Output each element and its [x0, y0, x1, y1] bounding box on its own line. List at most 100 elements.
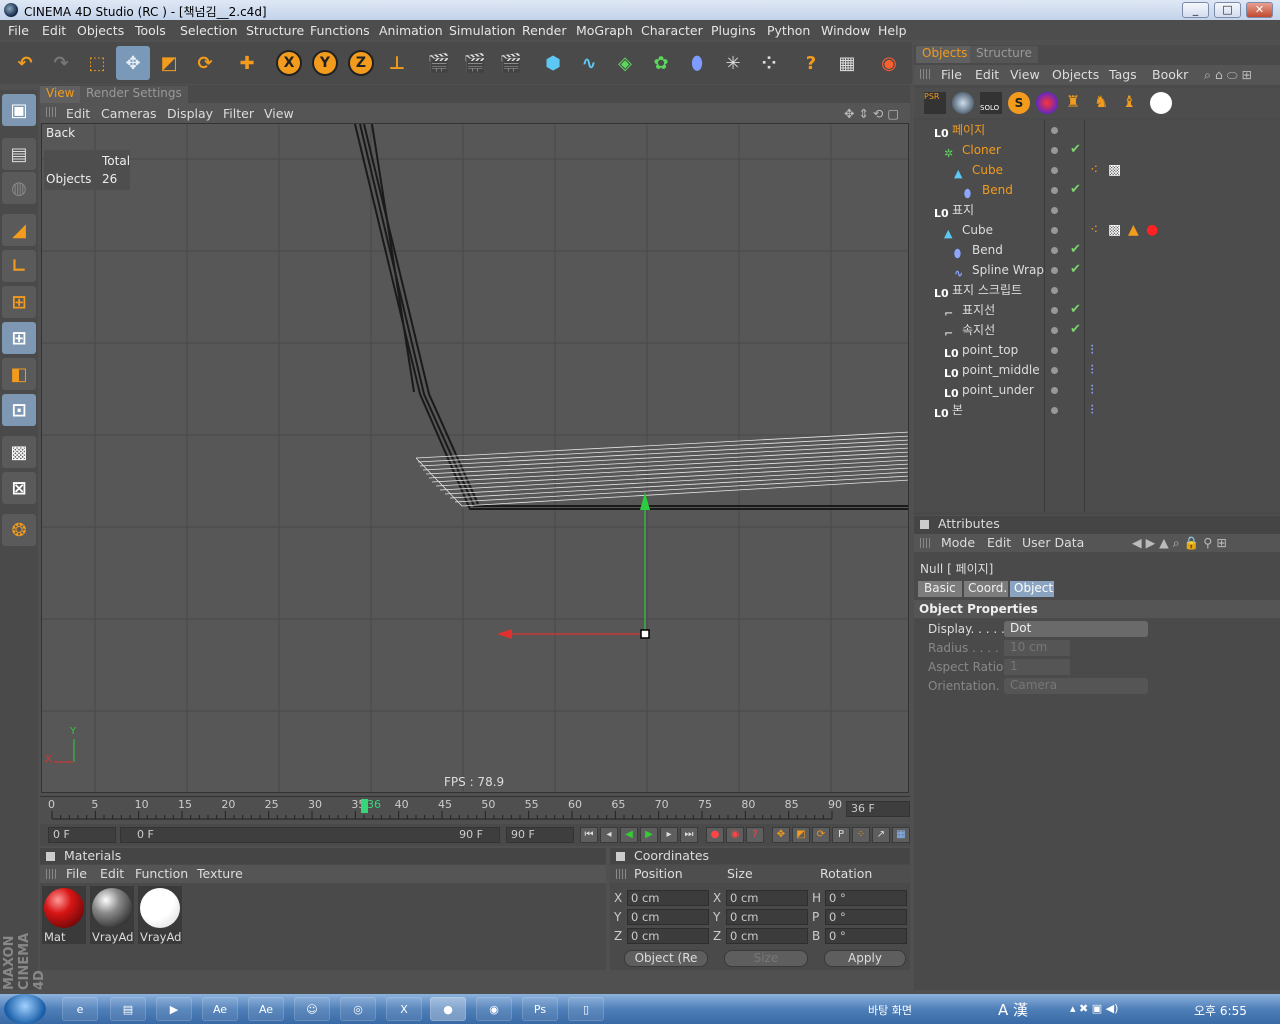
obj-menu-tags[interactable]: Tags — [1109, 67, 1137, 82]
menu-animation[interactable]: Animation — [379, 23, 443, 38]
object-axis-icon[interactable]: ∟ — [2, 250, 36, 282]
undo-icon[interactable]: ↶ — [8, 46, 42, 80]
menu-functions[interactable]: Functions — [310, 23, 370, 38]
3d-viewport[interactable]: Back Total Objects 26 FPS : 78.9 Y X — [41, 123, 909, 793]
menu-help[interactable]: Help — [878, 23, 907, 38]
vp-menu-filter[interactable]: Filter — [223, 106, 254, 121]
grip-icon[interactable] — [616, 869, 628, 879]
expression-tag-icon[interactable]: ⁝ — [1090, 342, 1094, 358]
ime-language[interactable]: A 漢 — [998, 999, 1028, 1020]
expression-tag-icon[interactable]: ⁝ — [1090, 362, 1094, 378]
key-parameter-icon[interactable]: P — [832, 827, 850, 843]
attr-menu-mode[interactable]: Mode — [941, 535, 975, 550]
enabled-check-icon[interactable]: ✔ — [1070, 262, 1081, 277]
obj-menu-objects[interactable]: Objects — [1052, 67, 1099, 82]
size-z-field[interactable]: 0 cm — [726, 928, 808, 944]
pos-z-field[interactable]: 0 cm — [627, 928, 709, 944]
visibility-dot[interactable] — [1051, 147, 1058, 154]
attr-nav-icons[interactable]: ◀ ▶ ▲ ⌕ 🔒 ⚲ ⊞ — [1132, 535, 1227, 551]
attr-menu-user-data[interactable]: User Data — [1022, 535, 1084, 550]
end-frame-field[interactable]: 90 F — [506, 827, 574, 843]
checker-tag-icon[interactable]: ▩ — [1108, 222, 1121, 238]
tab-render-settings[interactable]: Render Settings — [80, 86, 188, 103]
apply-button[interactable]: Apply — [824, 950, 906, 967]
visibility-dot[interactable] — [1051, 307, 1058, 314]
texture-tag-icon[interactable]: ⁖ — [1090, 222, 1098, 238]
viewport-layout-icon[interactable]: ▣ — [2, 94, 36, 126]
menu-plugins[interactable]: Plugins — [711, 23, 756, 38]
cube-primitive-icon[interactable]: ⬢ — [536, 46, 570, 80]
rotate-tool-icon[interactable]: ⟳ — [188, 46, 222, 80]
array-generator-icon[interactable]: ✿ — [644, 46, 678, 80]
pos-x-field[interactable]: 0 cm — [627, 890, 709, 906]
particle-icon[interactable]: ⁘ — [752, 46, 786, 80]
scheme-icon[interactable]: ▦ — [892, 827, 910, 843]
visibility-dot[interactable] — [1051, 267, 1058, 274]
texture-axis-icon[interactable]: ⊠ — [2, 472, 36, 504]
panel-handle-icon[interactable] — [46, 852, 55, 861]
material-swatch[interactable]: VrayAd — [90, 886, 134, 944]
menu-python[interactable]: Python — [767, 23, 810, 38]
aspect-ratio-field[interactable]: 1 — [1004, 659, 1070, 675]
key-scale-icon[interactable]: ◩ — [792, 827, 810, 843]
layout-icon[interactable]: ▦ — [830, 46, 864, 80]
after-effects-2-icon[interactable]: Ae — [248, 997, 284, 1021]
rot-b-field[interactable]: 0 ° — [825, 928, 907, 944]
solo-filter-icon[interactable]: SOLO — [980, 92, 1002, 114]
texture-tag-icon[interactable]: ⁖ — [1090, 162, 1098, 178]
object-tree-row[interactable]: ⬮ Bend — [918, 180, 1044, 200]
y-axis-lock-icon[interactable]: Y — [308, 46, 342, 80]
desktop-label[interactable]: 바탕 화면 — [868, 1002, 912, 1018]
menu-objects[interactable]: Objects — [77, 23, 124, 38]
vp-menu-edit[interactable]: Edit — [66, 106, 90, 121]
redo-icon[interactable]: ↷ — [44, 46, 78, 80]
key-position-icon[interactable]: ✥ — [772, 827, 790, 843]
grip-icon[interactable] — [920, 538, 932, 548]
autokey-icon[interactable]: ◉ — [726, 827, 744, 843]
live-selection-icon[interactable]: ⬚ — [80, 46, 114, 80]
visibility-dot[interactable] — [1051, 407, 1058, 414]
mat-menu-texture[interactable]: Texture — [197, 866, 243, 881]
next-key-icon[interactable]: ▸ — [660, 827, 678, 843]
polygons-mode-icon[interactable]: ◧ — [2, 358, 36, 390]
scene-object-icon[interactable]: ✳ — [716, 46, 750, 80]
menu-window[interactable]: Window — [821, 23, 870, 38]
joint-filter-icon[interactable]: ♝ — [1122, 92, 1144, 114]
object-tree-row[interactable]: ⌐ 표지선 — [918, 300, 1044, 320]
grip-icon[interactable] — [46, 869, 58, 879]
orientation-dropdown[interactable]: Camera — [1004, 678, 1148, 694]
grip-icon[interactable] — [46, 107, 58, 117]
rot-p-field[interactable]: 0 ° — [825, 909, 907, 925]
obj-search-icons[interactable]: ⌕ ⌂ ⬭ ⊞ — [1204, 67, 1252, 83]
goto-start-icon[interactable]: ⏮ — [580, 827, 598, 843]
tags-filter-icon[interactable] — [1036, 92, 1058, 114]
obj-menu-file[interactable]: File — [941, 67, 962, 82]
size-mode-dropdown[interactable]: Size — [724, 950, 808, 967]
tab-basic[interactable]: Basic — [918, 581, 962, 597]
menu-structure[interactable]: Structure — [246, 23, 304, 38]
timeline-icon[interactable]: ▤ — [2, 138, 36, 170]
mat-menu-function[interactable]: Function — [135, 866, 188, 881]
viewport-nav-icons[interactable]: ✥ ⇕ ⟲ ▢ — [844, 106, 899, 121]
visibility-dot[interactable] — [1051, 247, 1058, 254]
object-tree-row[interactable]: ⌐ 속지선 — [918, 320, 1044, 340]
object-tree-row[interactable]: ⬮ Bend — [918, 240, 1044, 260]
points-mode-icon[interactable]: ⊞ — [2, 286, 36, 318]
menu-render[interactable]: Render — [522, 23, 567, 38]
material-tag-icon[interactable]: ● — [1146, 222, 1158, 238]
object-tree-row[interactable]: ▲ Cube — [918, 160, 1044, 180]
character-filter-icon[interactable]: ♜ — [1066, 92, 1088, 114]
menu-tools[interactable]: Tools — [135, 23, 166, 38]
goto-end-icon[interactable]: ⏭ — [680, 827, 698, 843]
object-tree-row[interactable]: L0 표지 스크립트 — [918, 280, 1044, 300]
size-x-field[interactable]: 0 cm — [726, 890, 808, 906]
vp-menu-cameras[interactable]: Cameras — [101, 106, 157, 121]
start-button[interactable] — [4, 994, 46, 1024]
display-dropdown[interactable]: Dot — [1004, 621, 1148, 637]
visibility-dot[interactable] — [1051, 207, 1058, 214]
uv-mode-icon[interactable]: ⊡ — [2, 394, 36, 426]
object-tree-row[interactable]: ∿ Spline Wrap — [918, 260, 1044, 280]
checker-tag-icon[interactable]: ▩ — [1108, 162, 1121, 178]
coordinate-mode-dropdown[interactable]: Object (Re — [624, 950, 708, 967]
edges-mode-icon[interactable]: ⊞ — [2, 322, 36, 354]
